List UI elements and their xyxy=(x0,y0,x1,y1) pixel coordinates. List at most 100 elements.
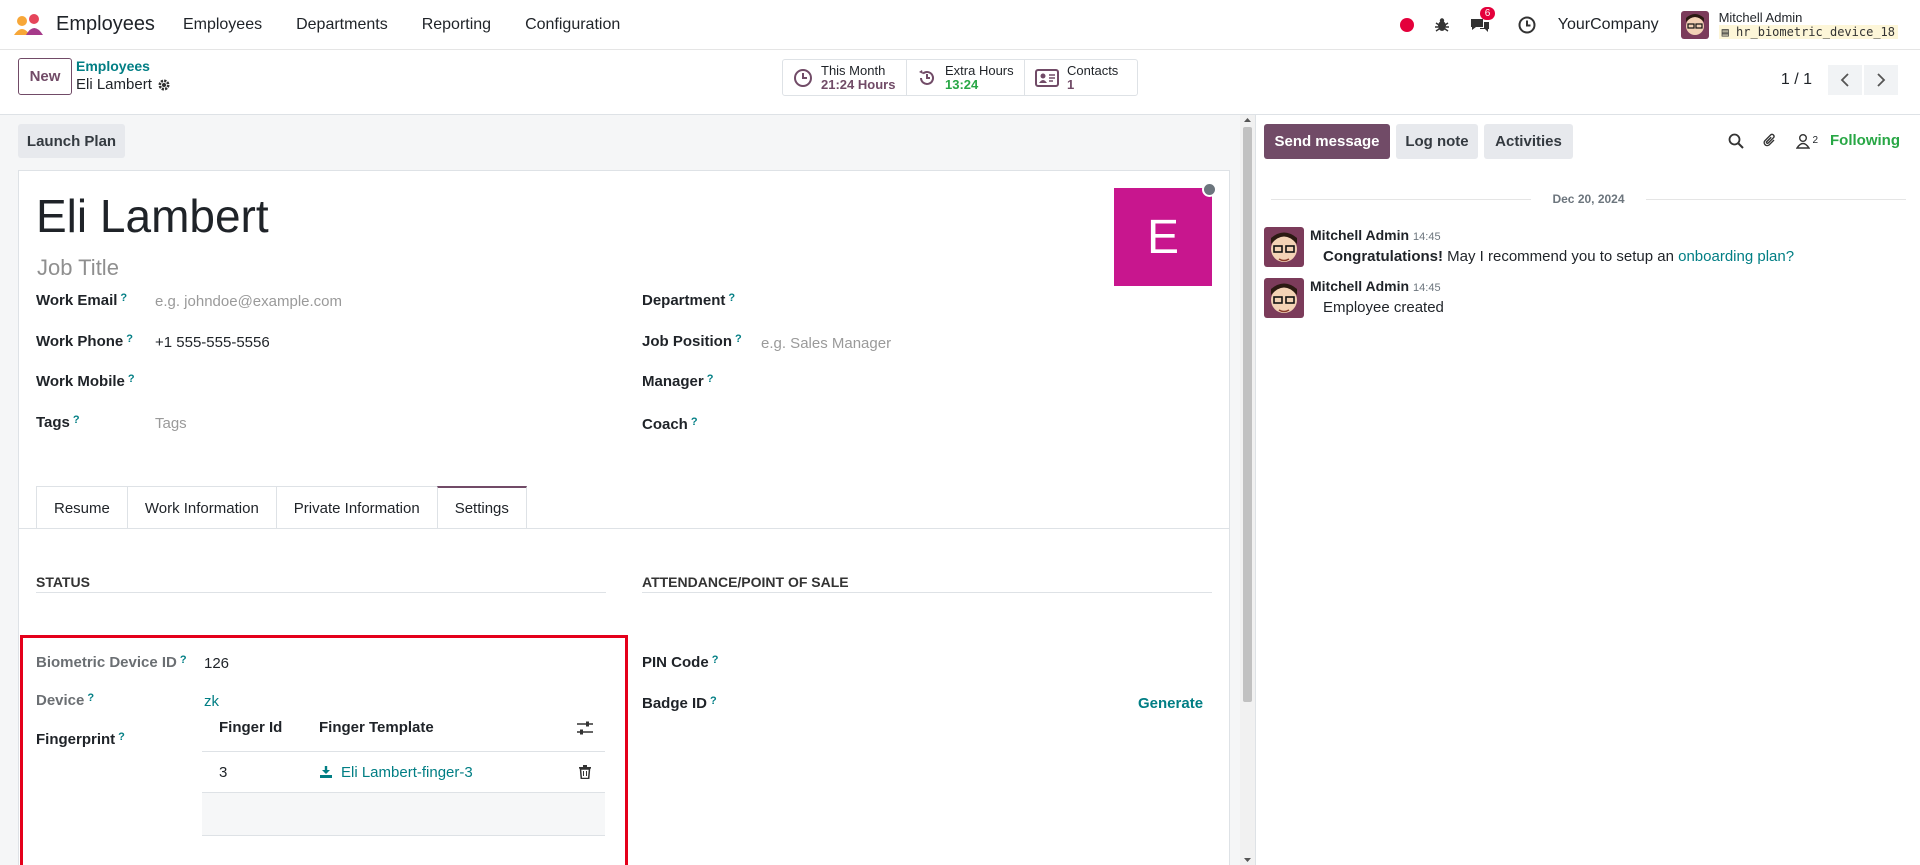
help-icon[interactable]: ? xyxy=(180,654,187,666)
help-icon[interactable]: ? xyxy=(128,373,135,385)
pager-previous-button[interactable] xyxy=(1828,65,1862,95)
help-icon[interactable]: ? xyxy=(120,292,127,304)
help-icon[interactable]: ? xyxy=(87,692,94,704)
scroll-thumb[interactable] xyxy=(1243,127,1252,702)
author-avatar[interactable] xyxy=(1264,278,1304,318)
work-phone-input[interactable]: +1 555-555-5556 xyxy=(155,334,270,351)
finger-id-cell: 3 xyxy=(219,763,228,781)
following-button[interactable]: Following xyxy=(1830,132,1900,149)
history-icon xyxy=(919,69,934,85)
chatter-panel: Send message Log note Activities 2 Follo… xyxy=(1255,115,1920,865)
column-finger-id[interactable]: Finger Id xyxy=(202,719,319,736)
gear-icon[interactable] xyxy=(157,78,171,92)
app-brand[interactable]: Employees xyxy=(14,13,155,37)
form-area: Launch Plan Eli Lambert Job Title E Work… xyxy=(0,115,1240,865)
menu-departments[interactable]: Departments xyxy=(296,16,388,34)
followers-count: 2 xyxy=(1812,135,1819,146)
section-divider xyxy=(36,592,606,593)
avatar-letter: E xyxy=(1146,210,1179,264)
employee-avatar[interactable]: E xyxy=(1114,188,1212,286)
status-section-title: STATUS xyxy=(36,574,90,590)
bug-icon[interactable] xyxy=(1434,17,1450,33)
menu-employees[interactable]: Employees xyxy=(183,16,262,34)
tab-settings[interactable]: Settings xyxy=(436,486,527,529)
stat-extra-hours[interactable]: Extra Hours 13:24 xyxy=(907,60,1025,95)
new-button[interactable]: New xyxy=(18,58,72,95)
send-message-button[interactable]: Send message xyxy=(1264,124,1390,159)
pager-next-button[interactable] xyxy=(1864,65,1898,95)
messages-icon[interactable]: 6 xyxy=(1470,7,1496,33)
finger-template-link[interactable]: Eli Lambert-finger-3 xyxy=(341,764,473,781)
stat-this-month[interactable]: This Month 21:24 Hours xyxy=(783,60,907,95)
work-phone-label: Work Phone? xyxy=(36,333,133,350)
stat-contacts[interactable]: Contacts 1 xyxy=(1025,60,1137,95)
help-icon[interactable]: ? xyxy=(707,373,714,385)
pager-value[interactable]: 1 / 1 xyxy=(1781,71,1812,89)
work-email-input[interactable]: e.g. johndoe@example.com xyxy=(155,293,342,310)
badge-id-input[interactable] xyxy=(761,695,1111,715)
message-author[interactable]: Mitchell Admin 14:45 xyxy=(1310,227,1441,243)
table-row[interactable]: 3 Eli Lambert-finger-3 xyxy=(202,752,605,793)
help-icon[interactable]: ? xyxy=(735,333,742,345)
followers-button[interactable]: 2 xyxy=(1796,133,1818,149)
breadcrumb-employees[interactable]: Employees xyxy=(76,58,171,74)
author-avatar[interactable] xyxy=(1264,227,1304,267)
department-input[interactable] xyxy=(761,292,1201,312)
menu-reporting[interactable]: Reporting xyxy=(422,16,491,34)
log-note-button[interactable]: Log note xyxy=(1396,124,1478,159)
database-name: hr_biometric_device_18 xyxy=(1736,25,1895,39)
search-icon[interactable] xyxy=(1728,133,1745,149)
add-line-row[interactable] xyxy=(202,793,605,836)
chatter-toolbar: 2 Following xyxy=(1710,132,1900,149)
help-icon[interactable]: ? xyxy=(118,731,125,743)
scroll-up-icon[interactable] xyxy=(1240,115,1255,125)
launch-plan-button[interactable]: Launch Plan xyxy=(18,124,125,158)
tab-work-information[interactable]: Work Information xyxy=(126,486,277,529)
work-mobile-input[interactable] xyxy=(155,373,495,393)
menu-configuration[interactable]: Configuration xyxy=(525,16,620,34)
coach-input[interactable] xyxy=(761,416,1201,436)
help-icon[interactable]: ? xyxy=(73,414,80,426)
message-time: 14:45 xyxy=(1413,231,1441,243)
column-settings-icon[interactable] xyxy=(565,720,605,736)
help-icon[interactable]: ? xyxy=(126,333,133,345)
column-finger-template[interactable]: Finger Template xyxy=(319,719,565,736)
help-icon[interactable]: ? xyxy=(712,654,719,666)
pin-code-input[interactable] xyxy=(761,654,1201,674)
help-icon[interactable]: ? xyxy=(728,292,735,304)
breadcrumb-current: Eli Lambert xyxy=(76,76,171,93)
stat-extra-hours-label: Extra Hours xyxy=(945,62,1014,78)
user-menu[interactable]: Mitchell Admin ▤ hr_biometric_device_18 xyxy=(1680,11,1898,39)
paperclip-icon[interactable] xyxy=(1762,133,1778,149)
employee-name-field[interactable]: Eli Lambert xyxy=(36,189,269,243)
job-position-input[interactable]: e.g. Sales Manager xyxy=(761,335,891,352)
generate-badge-button[interactable]: Generate xyxy=(1138,695,1203,712)
control-panel: New Employees Eli Lambert This Month 21:… xyxy=(0,50,1920,115)
activities-button[interactable]: Activities xyxy=(1484,124,1573,159)
tab-private-information[interactable]: Private Information xyxy=(275,486,438,529)
activity-clock-icon[interactable] xyxy=(1518,16,1536,34)
finger-template-cell[interactable]: Eli Lambert-finger-3 xyxy=(319,764,565,781)
message-author[interactable]: Mitchell Admin 14:45 xyxy=(1310,278,1441,294)
company-switcher[interactable]: YourCompany xyxy=(1558,16,1659,34)
form-scrollbar[interactable] xyxy=(1240,115,1255,865)
biometric-device-id-input[interactable]: 126 xyxy=(204,655,229,672)
help-icon[interactable]: ? xyxy=(710,695,717,707)
manager-label: Manager? xyxy=(642,373,714,390)
date-separator: Dec 20, 2024 xyxy=(1256,192,1920,206)
manager-input[interactable] xyxy=(761,373,1201,393)
scroll-down-icon[interactable] xyxy=(1240,855,1255,865)
clock-icon xyxy=(794,68,812,87)
work-email-label: Work Email? xyxy=(36,292,128,309)
onboarding-plan-link[interactable]: onboarding plan? xyxy=(1678,248,1794,265)
form-tabs: Resume Work Information Private Informat… xyxy=(36,486,527,529)
record-dot-icon[interactable] xyxy=(1399,18,1414,32)
job-title-field[interactable]: Job Title xyxy=(37,255,119,281)
tab-resume[interactable]: Resume xyxy=(36,486,128,529)
trash-icon[interactable] xyxy=(565,765,605,779)
tags-input[interactable]: Tags xyxy=(155,415,187,432)
fingerprint-table: Finger Id Finger Template 3 Eli Lambert-… xyxy=(202,704,605,836)
help-icon[interactable]: ? xyxy=(691,416,698,428)
presence-status-icon xyxy=(1202,182,1217,197)
work-mobile-label: Work Mobile? xyxy=(36,373,135,390)
